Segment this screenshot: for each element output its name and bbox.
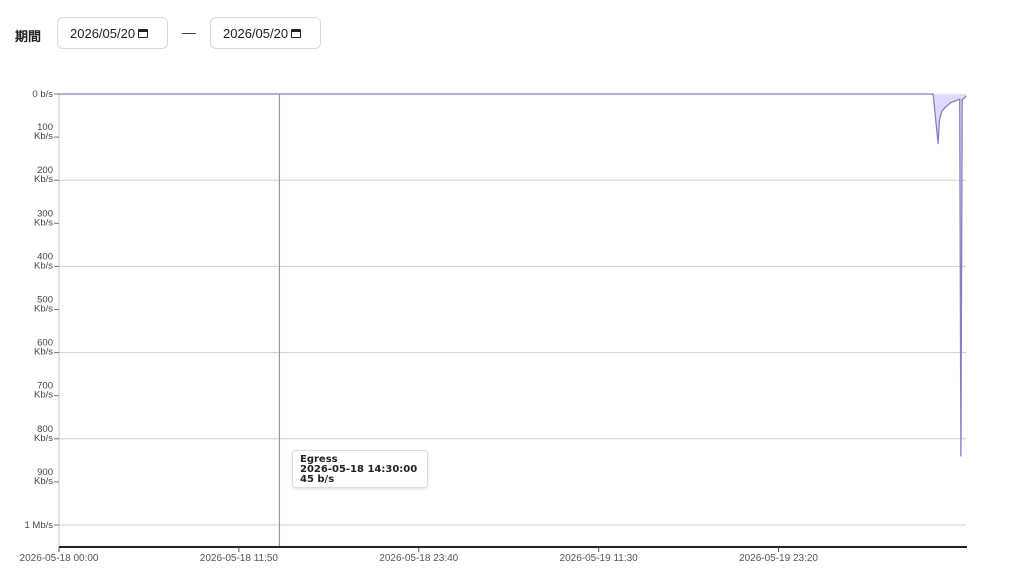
calendar-icon[interactable] <box>138 28 149 38</box>
traffic-chart-svg: 0 b/s 100 Kb/s 200 Kb/s 300 Kb/s 400 Kb/s 500 Kb/s… <box>20 89 967 564</box>
series-point <box>961 99 963 101</box>
series-point <box>938 119 941 121</box>
y-tick-unit: Kb/s <box>34 174 53 185</box>
series-point <box>960 455 962 457</box>
y-tick-label: 1 Mb/s <box>24 520 53 531</box>
series-point <box>959 98 961 100</box>
x-tick-label: 2026-05-18 23:40 <box>379 553 458 564</box>
y-tick-label: 0 b/s <box>32 89 53 100</box>
tooltip-value: 45 b/s <box>300 474 335 485</box>
start-date-value: 2026/05/20 <box>70 25 136 41</box>
y-tick-label: 700 Kb/s <box>34 381 53 401</box>
x-tick-label: 2026-05-19 23:20 <box>739 553 818 564</box>
y-tick-unit: Kb/s <box>34 131 53 142</box>
series-point <box>941 110 943 112</box>
y-tick-unit: Kb/s <box>34 433 53 444</box>
y-tick-label: 600 Kb/s <box>34 338 53 358</box>
y-tick-label: 500 Kb/s <box>34 295 53 315</box>
y-tick-label: 900 Kb/s <box>34 467 53 487</box>
y-tick-unit: Kb/s <box>34 476 53 487</box>
x-tick-label: 2026-05-19 11:30 <box>560 553 639 564</box>
series-line <box>59 93 967 457</box>
y-tick-unit: Kb/s <box>34 260 53 271</box>
chart-tooltip: Egress 2026-05-18 14:30:00 45 b/s <box>292 450 428 488</box>
y-tick-label: 800 Kb/s <box>34 424 53 444</box>
y-tick-unit: Kb/s <box>34 217 53 228</box>
end-date-input[interactable]: 2026/05/20 <box>210 17 321 49</box>
start-date-input[interactable]: 2026/05/20 <box>57 17 168 49</box>
y-tick-label: 300 Kb/s <box>34 208 53 228</box>
range-separator: — <box>182 24 196 40</box>
x-tick-label: 2026-05-18 11:50 <box>200 553 279 564</box>
series-point <box>950 102 952 104</box>
x-tick-label: 2026-05-18 00:00 <box>20 553 99 564</box>
y-tick-unit: Kb/s <box>34 304 53 315</box>
series-point <box>965 95 967 97</box>
series-point <box>932 93 934 95</box>
series-point <box>945 106 947 108</box>
y-tick-unit: Kb/s <box>34 390 53 401</box>
series-point <box>937 143 939 145</box>
period-filter: 期間 2026/05/20 — 2026/05/20 <box>0 0 1024 70</box>
y-tick-unit: Kb/s <box>34 347 53 358</box>
series-area <box>59 94 966 456</box>
series-point <box>58 93 60 95</box>
y-tick-label: 100 Kb/s <box>34 122 53 142</box>
calendar-icon[interactable] <box>291 28 302 38</box>
y-tick-label: 400 Kb/s <box>34 251 53 271</box>
traffic-chart: 0 b/s 100 Kb/s 200 Kb/s 300 Kb/s 400 Kb/s 500 Kb/s… <box>0 70 1024 573</box>
y-tick-label: 200 Kb/s <box>34 165 53 185</box>
end-date-value: 2026/05/20 <box>223 25 289 41</box>
period-label: 期間 <box>15 29 42 44</box>
